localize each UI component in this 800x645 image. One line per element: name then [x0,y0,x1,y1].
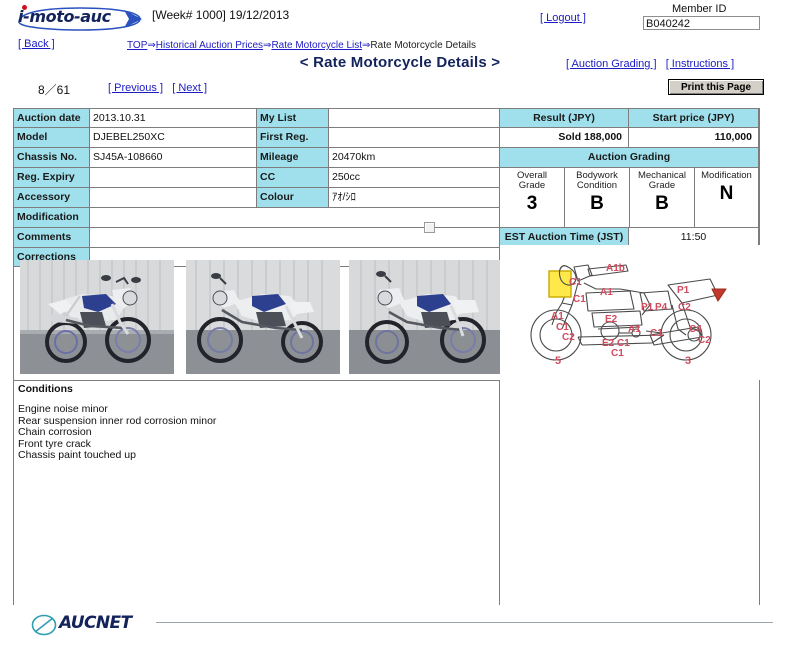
auction-grading-link[interactable]: [ Auction Grading ] [566,58,657,70]
member-id-label: Member ID [672,3,727,15]
conditions-title: Conditions [18,383,73,395]
grade-modification-label-1: Modification [701,170,752,181]
row-value-auction-date: 2013.10.31 [90,109,257,128]
row-label-reg-expiry: Reg. Expiry [14,168,90,188]
grade-mechanical-label-2: Grade [648,180,676,191]
grade-mechanical: Mechanical Grade B [630,168,695,228]
member-id-input[interactable]: B040242 [643,16,760,30]
conditions-panel: Conditions Engine noise minor Rear suspe… [14,380,500,605]
damage-diagram: A1b C1 C1 A1 A1 C1 C2 E2 A1 P1 P4 P1 C2 … [500,245,760,380]
page-root: i-moto-auc [Week# 1000] 19/12/2013 [ Log… [0,0,800,645]
row-value-accessory [90,188,257,208]
grade-overall: Overall Grade 3 [500,168,565,228]
motorcycle-photo-left-side[interactable] [186,260,340,374]
row-value-comments [90,228,500,248]
row-label-first-reg: First Reg. [257,128,329,148]
prev-next-links: [ Previous ] [ Next ] [108,82,207,94]
breadcrumb-separator-1: ⇒ [147,40,156,51]
grade-modification-value: N [719,183,734,204]
row-label-cc: CC [257,168,329,188]
row-value-chassis-no: SJ45A-108660 [90,148,257,168]
instructions-link[interactable]: [ Instructions ] [666,58,734,70]
detail-frame: Auction date 2013.10.31 Model DJEBEL250X… [13,108,760,605]
title-row: < Rate Motorcycle Details > [ Auction Gr… [0,54,800,78]
grade-bodywork: Bodywork Condition B [565,168,630,228]
next-link[interactable]: [ Next ] [172,82,207,94]
row-label-my-list: My List [257,109,329,128]
footer-divider [156,622,773,623]
breadcrumb-item-rate-motorcycle-list[interactable]: Rate Motorcycle List [271,40,362,51]
grade-bodywork-label-2: Condition [576,180,618,191]
logout-link[interactable]: [ Logout ] [540,12,586,24]
top-links: [ Auction Grading ] [ Instructions ] [566,58,734,70]
row-value-my-list [329,109,500,128]
result-jpy-value: Sold 188,000 [500,128,629,148]
logo-text: i-moto-auc [18,7,111,26]
grade-bodywork-value: B [590,193,604,214]
imotoauc-logo: i-moto-auc [16,4,144,31]
breadcrumb-item-historical-auction-prices[interactable]: Historical Auction Prices [156,40,263,51]
auction-grading-header: Auction Grading [500,148,759,168]
breadcrumb: TOP⇒Historical Auction Prices⇒Rate Motor… [127,40,476,51]
back-link[interactable]: [ Back ] [18,38,55,50]
row-value-reg-expiry [90,168,257,188]
start-price-jpy-header: Start price (JPY) [629,109,759,128]
row-label-model: Model [14,128,90,148]
aucnet-wordmark: AUCNET [59,613,132,633]
week-date-label: [Week# 1000] 19/12/2013 [152,8,290,22]
print-this-page-button[interactable]: Print this Page [668,79,764,95]
row-value-mileage: 20470km [329,148,500,168]
row-label-auction-date: Auction date [14,109,90,128]
nav-row: 8／61 [ Previous ] [ Next ] Print this Pa… [0,78,800,100]
condition-line-3: Chain corrosion [18,426,92,438]
start-price-jpy-value: 110,000 [629,128,759,148]
row-label-modification: Modification [14,208,90,228]
grade-overall-value: 3 [526,193,538,214]
right-empty-panel [500,380,759,605]
row-value-colour: ｱｵ/ｼﾛ [329,188,500,208]
row-value-cc: 250cc [329,168,500,188]
page-counter: 8／61 [38,83,71,97]
breadcrumb-item-top[interactable]: TOP [127,40,147,51]
my-list-checkbox[interactable] [424,222,435,233]
photo-2-image [186,260,340,374]
row-label-comments: Comments [14,228,90,248]
previous-link[interactable]: [ Previous ] [108,82,163,94]
photo-3-image [349,260,503,374]
row-label-accessory: Accessory [14,188,90,208]
condition-line-1: Engine noise minor [18,403,108,415]
photo-1-image [20,260,174,374]
prevnext-gap [166,82,169,94]
page-footer: AUCNET [13,610,773,640]
page-header: i-moto-auc [Week# 1000] 19/12/2013 [ Log… [0,0,800,36]
condition-line-5: Chassis paint touched up [18,449,136,461]
motorcycle-photo-right-side[interactable] [349,260,503,374]
motorcycle-photo-front-right[interactable] [20,260,174,374]
diagram-motorcycle-outline [530,264,727,361]
breadcrumb-item-rate-motorcycle-details: Rate Motorcycle Details [370,40,477,51]
toplinks-gap [660,58,663,70]
row-label-chassis-no: Chassis No. [14,148,90,168]
grade-overall-label-2: Grade [518,180,546,191]
aucnet-circle-icon [31,614,57,636]
row-label-colour: Colour [257,188,329,208]
row-label-mileage: Mileage [257,148,329,168]
aucnet-logo: AUCNET [31,612,151,636]
conditions-body: Engine noise minor Rear suspension inner… [18,403,216,462]
row-value-modification [90,208,500,228]
photo-strip [14,256,503,380]
grade-mechanical-value: B [655,193,669,214]
back-link-text[interactable]: [ Back ] [18,38,55,50]
result-jpy-header: Result (JPY) [500,109,629,128]
grade-modification: Modification N [695,168,759,228]
back-breadcrumb-row: [ Back ] TOP⇒Historical Auction Prices⇒R… [0,36,800,54]
row-value-first-reg [329,128,500,148]
logout-link-text[interactable]: [ Logout ] [540,12,586,24]
row-value-model: DJEBEL250XC [90,128,257,148]
